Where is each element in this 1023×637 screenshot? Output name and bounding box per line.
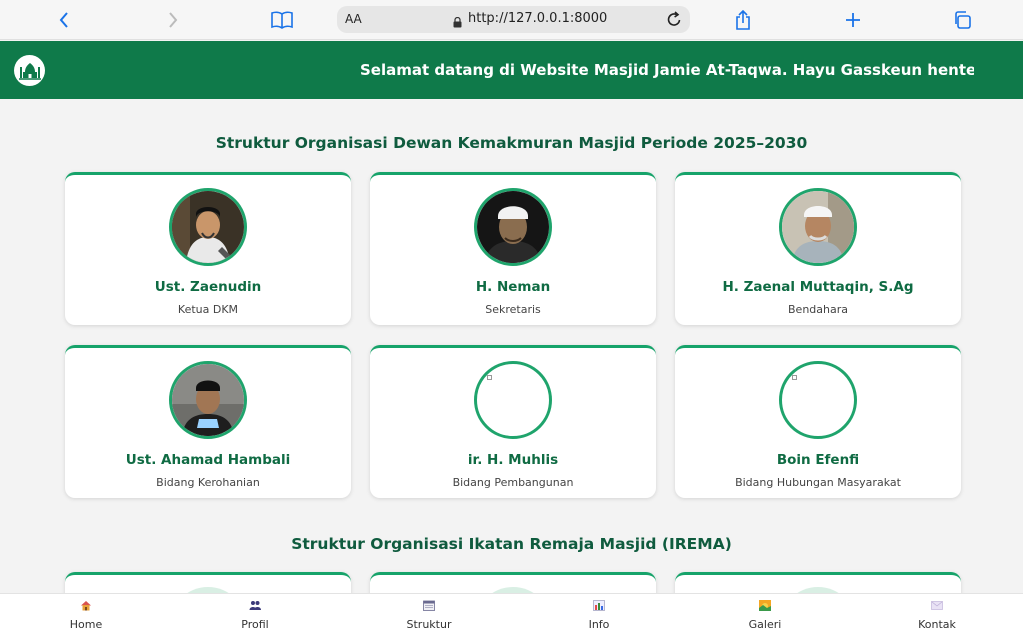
broken-image-icon [792, 375, 797, 380]
people-icon [249, 601, 261, 610]
member-name: Boin Efenfi [776, 452, 860, 468]
irema-section-title: Struktur Organisasi Ikatan Remaja Masjid… [291, 535, 732, 553]
nav-profil[interactable]: Profil [215, 600, 295, 631]
url-text: http://127.0.0.1:8000 [468, 11, 608, 26]
member-card[interactable]: Ust. Ahamad Hambali Bidang Kerohanian [65, 345, 351, 498]
chart-icon [593, 600, 605, 611]
nav-struktur[interactable]: Struktur [389, 600, 469, 631]
browser-toolbar: AA http://127.0.0.1:8000 [0, 0, 1023, 40]
mosque-logo-icon[interactable] [14, 55, 45, 86]
welcome-marquee: Selamat datang di Website Masjid Jamie A… [360, 61, 974, 79]
nav-galeri[interactable]: Galeri [725, 600, 805, 631]
bookmarks-icon[interactable] [270, 6, 294, 34]
new-tab-icon[interactable] [843, 6, 863, 34]
nav-kontak[interactable]: Kontak [897, 600, 977, 631]
nav-home-label: Home [69, 618, 103, 631]
member-name: H. Zaenal Muttaqin, S.Ag [722, 279, 914, 295]
member-photo [169, 188, 247, 266]
member-photo [779, 188, 857, 266]
member-card[interactable]: Ust. Zaenudin Ketua DKM [65, 172, 351, 325]
member-photo-broken [779, 361, 857, 439]
member-name: Ust. Ahamad Hambali [125, 452, 291, 468]
tabs-overview-icon[interactable] [952, 6, 972, 34]
broken-image-icon [487, 375, 492, 380]
text-size-button[interactable]: AA [345, 12, 362, 26]
forward-icon[interactable] [164, 6, 182, 34]
site-header: Selamat datang di Website Masjid Jamie A… [0, 41, 1023, 99]
nav-profil-label: Profil [241, 618, 269, 631]
reload-icon[interactable] [667, 11, 682, 31]
nav-home[interactable]: Home [46, 600, 126, 631]
member-card[interactable]: Boin Efenfi Bidang Hubungan Masyarakat [675, 345, 961, 498]
address-bar[interactable]: AA http://127.0.0.1:8000 [337, 6, 690, 33]
bottom-navigation: Home Profil Struktur Info Galeri Kontak [0, 593, 1023, 637]
member-photo [169, 361, 247, 439]
dkm-section-title: Struktur Organisasi Dewan Kemakmuran Mas… [215, 134, 808, 152]
home-icon [81, 601, 91, 611]
member-card[interactable]: ir. H. Muhlis Bidang Pembangunan [370, 345, 656, 498]
nav-kontak-label: Kontak [918, 618, 956, 631]
member-role: Bidang Pembangunan [452, 476, 574, 489]
member-card[interactable]: H. Neman Sekretaris [370, 172, 656, 325]
lock-icon [453, 13, 462, 32]
nav-galeri-label: Galeri [748, 618, 782, 631]
nav-struktur-label: Struktur [406, 618, 452, 631]
envelope-icon [931, 601, 943, 610]
member-role: Ketua DKM [177, 303, 239, 316]
nav-info-label: Info [588, 618, 610, 631]
member-role: Bidang Kerohanian [156, 476, 260, 489]
nav-info[interactable]: Info [559, 600, 639, 631]
calendar-icon [423, 600, 435, 611]
share-icon[interactable] [733, 6, 753, 34]
member-photo [474, 188, 552, 266]
member-name: H. Neman [475, 279, 551, 295]
member-card[interactable]: H. Zaenal Muttaqin, S.Ag Bendahara [675, 172, 961, 325]
member-name: ir. H. Muhlis [467, 452, 559, 468]
member-photo-broken [474, 361, 552, 439]
back-icon[interactable] [55, 6, 73, 34]
member-role: Bendahara [788, 303, 848, 316]
member-role: Sekretaris [485, 303, 541, 316]
welcome-marquee-container: Selamat datang di Website Masjid Jamie A… [360, 41, 974, 99]
member-name: Ust. Zaenudin [154, 279, 262, 295]
member-role: Bidang Hubungan Masyarakat [735, 476, 901, 489]
picture-icon [759, 600, 771, 611]
